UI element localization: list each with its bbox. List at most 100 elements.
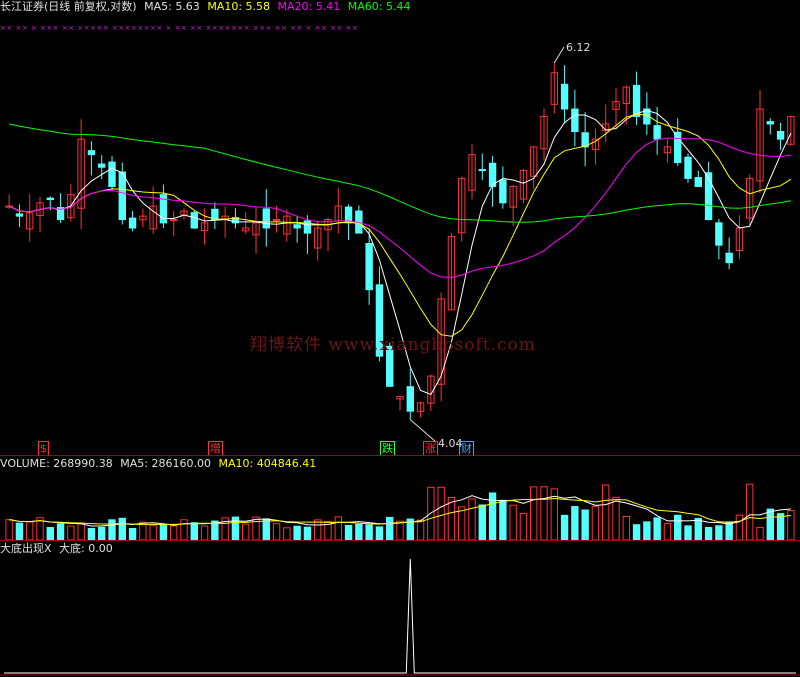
indicator-chart[interactable] (0, 557, 800, 677)
volume-bar (56, 523, 65, 541)
volume-ma10-label: MA10: 404846.41 (219, 457, 317, 470)
candle-body (87, 150, 96, 156)
volume-bar (437, 486, 445, 541)
volume-bar (694, 518, 702, 541)
volume-bar (344, 524, 353, 541)
stock-chart-window: { "header": { "title": "长江证券(日线 前复权,对数)"… (0, 0, 800, 677)
volume-bar (272, 523, 281, 541)
volume-bar (715, 525, 723, 541)
volume-bar (478, 504, 486, 541)
indicator-name: 大底出现X (0, 542, 52, 555)
candle-body (571, 108, 579, 133)
volume-bar (118, 517, 126, 541)
volume-bar (499, 499, 507, 541)
volume-bar (776, 513, 785, 541)
volume-bar (458, 506, 466, 541)
volume-bar (98, 526, 106, 541)
volume-bar (663, 523, 672, 541)
volume-bar (530, 486, 538, 541)
ma10-key: MA10: (207, 0, 243, 13)
volume-bar (540, 486, 548, 541)
volume-bar (622, 516, 630, 541)
event-flag-rise[interactable]: 涨 (423, 441, 438, 456)
volume-bar (149, 524, 157, 541)
event-flag-increase[interactable]: 增 (208, 441, 223, 456)
volume-bar (170, 525, 178, 541)
price-chart[interactable] (0, 14, 800, 454)
candle-body (694, 177, 702, 187)
volume-ma10-key: MA10: (218, 457, 254, 470)
event-flag-finance[interactable]: 财 (459, 441, 474, 456)
volume-bar (674, 514, 682, 541)
volume-bar (571, 506, 579, 541)
volume-bar (704, 527, 713, 541)
volume-bar (591, 505, 600, 541)
volume-bar (746, 483, 754, 541)
volume-value: 268990.38 (53, 457, 113, 470)
candle-body (704, 172, 713, 221)
volume-bar (283, 527, 291, 541)
candle-body (262, 208, 270, 229)
volume-bar (334, 516, 342, 541)
candle-body (499, 179, 507, 204)
panel-separator (0, 540, 800, 541)
volume-bar (375, 526, 384, 541)
price-high-value: 6.12 (566, 41, 591, 54)
volume-bar (581, 509, 589, 541)
volume-bar (396, 520, 404, 541)
volume-bar (509, 504, 517, 541)
volume-bar (643, 521, 651, 541)
candle-body (170, 219, 178, 222)
volume-bar (252, 516, 260, 541)
price-high-label: 6.12 (566, 41, 591, 54)
candle-body (15, 213, 24, 217)
event-flag-fall[interactable]: 跌 (380, 441, 395, 456)
ma60-label: MA60: 5.44 (348, 0, 411, 13)
volume-bar (787, 510, 795, 541)
candle-body (632, 84, 641, 117)
candle-body (118, 171, 126, 221)
indicator-value: 0.00 (88, 542, 113, 555)
volume-bar (242, 523, 250, 541)
ma10-label: MA10: 5.58 (207, 0, 270, 13)
ma20-value: 5.41 (315, 0, 341, 13)
indicator-line (4, 558, 796, 674)
volume-bar (365, 524, 373, 541)
volume-bar (447, 497, 456, 541)
ma60-key: MA60: (347, 0, 383, 13)
volume-bar (314, 519, 322, 541)
ma5-key: MA5: (144, 0, 172, 13)
volume-bar (262, 518, 270, 541)
candle-body (293, 224, 301, 229)
volume-ma5-key: MA5: (120, 457, 149, 470)
candle-body (478, 169, 486, 172)
volume-bar (26, 521, 34, 541)
volume-bar (766, 508, 774, 541)
candle-body (684, 156, 692, 179)
candle-body (560, 83, 569, 110)
volume-bar (735, 514, 744, 541)
volume-bar (602, 484, 610, 541)
volume-bar (653, 517, 661, 541)
high-pointer (553, 46, 565, 64)
volume-ma5-value: 286160.00 (151, 457, 212, 470)
price-header: 长江证券(日线 前复权,对数) MA5: 5.63 MA10: 5.58 MA2… (0, 0, 414, 14)
volume-bar (190, 522, 198, 541)
candle-body (211, 208, 219, 221)
indicator-header: 大底出现X 大底: 0.00 (0, 542, 117, 556)
volume-bar (128, 527, 137, 541)
event-flag-dividend[interactable]: $ (38, 441, 49, 456)
candle-body (128, 217, 137, 229)
volume-bar (386, 516, 394, 541)
watermark-text: 翔博软件 www.xiangbosoft.com (250, 335, 536, 355)
ma60-value: 5.44 (385, 0, 411, 13)
stock-title: 长江证券(日线 前复权,对数) (0, 0, 137, 13)
volume-bar (560, 514, 569, 541)
volume-ma10-value: 404846.41 (256, 457, 317, 470)
volume-bar (416, 519, 425, 541)
candle-body (98, 163, 106, 168)
volume-bar (180, 519, 188, 541)
ma60-line (9, 123, 791, 223)
volume-bar (46, 527, 54, 541)
volume-chart[interactable] (0, 472, 800, 541)
